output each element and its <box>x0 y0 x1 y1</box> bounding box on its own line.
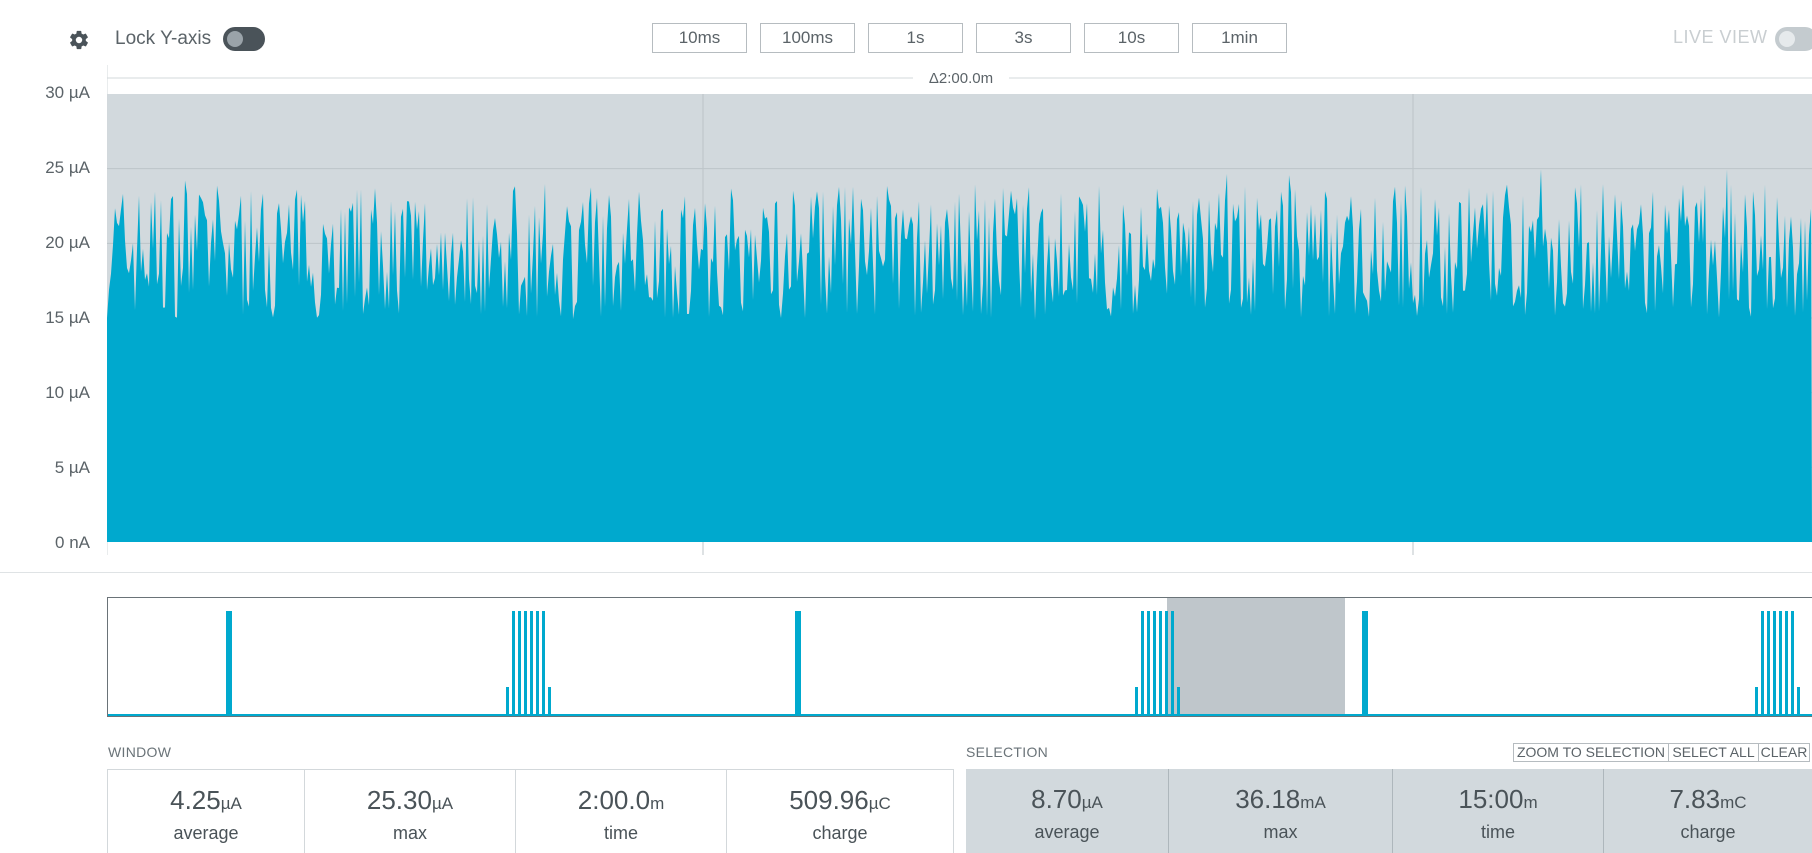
minimap-spike <box>1365 611 1368 715</box>
window-section-label: WINDOW <box>108 744 172 760</box>
zoom-button-3s[interactable]: 3s <box>976 23 1071 53</box>
stat-label: time <box>1480 822 1515 842</box>
minimap-spike <box>542 611 545 715</box>
minimap-spike <box>506 687 509 715</box>
minimap-spike <box>1779 611 1782 715</box>
minimap-spike <box>1135 687 1138 715</box>
settings-button[interactable] <box>68 29 90 51</box>
current-chart[interactable]: Δ2:00.0m <box>107 65 1812 560</box>
window-max-stat: 25.30µA max <box>305 769 516 853</box>
minimap-spike <box>1141 611 1144 715</box>
minimap-spike <box>1755 687 1758 715</box>
minimap-spike <box>1785 611 1788 715</box>
stat-unit: m <box>650 794 665 813</box>
stat-unit: µA <box>220 794 242 813</box>
minimap-spike <box>1761 611 1764 715</box>
live-view-label: LIVE VIEW <box>1673 27 1768 47</box>
minimap-spike <box>1171 611 1174 715</box>
minimap-spike <box>1767 611 1770 715</box>
y-tick-label: 10 µA <box>45 383 90 402</box>
minimap-spike <box>548 687 551 715</box>
y-tick-label: 0 nA <box>55 533 90 552</box>
stat-label: max <box>1263 822 1298 842</box>
zoom-button-10ms[interactable]: 10ms <box>652 23 747 53</box>
minimap-spike <box>536 611 539 715</box>
minimap-spike <box>1159 611 1162 715</box>
zoom-button-100ms[interactable]: 100ms <box>760 23 855 53</box>
minimap-chart[interactable] <box>108 598 1812 716</box>
selection-max-stat: 36.18mA max <box>1169 769 1393 853</box>
selection-section-label: SELECTION <box>966 744 1049 760</box>
y-tick-label: 25 µA <box>45 158 90 177</box>
minimap-spike <box>226 611 229 715</box>
minimap-spike <box>524 611 527 715</box>
gear-icon <box>70 30 88 50</box>
window-charge-stat: 509.96µC charge <box>727 769 954 853</box>
selection-charge-stat: 7.83mC charge <box>1604 769 1812 853</box>
window-delta-label: Δ2:00.0m <box>929 70 993 87</box>
clear-selection-button[interactable]: CLEAR <box>1758 743 1810 762</box>
minimap-spike <box>1791 611 1794 715</box>
minimap-spike <box>1147 611 1150 715</box>
stat-value: 509.96 <box>789 785 869 815</box>
stat-value: 7.83 <box>1669 784 1721 814</box>
toggle-knob <box>1779 31 1795 47</box>
zoom-to-selection-button[interactable]: ZOOM TO SELECTION <box>1513 743 1669 762</box>
zoom-button-1s[interactable]: 1s <box>868 23 963 53</box>
minimap[interactable] <box>107 597 1812 717</box>
stat-label: charge <box>812 823 868 843</box>
section-divider <box>0 572 1812 573</box>
minimap-spike <box>229 611 232 715</box>
window-average-stat: 4.25µA average <box>107 769 305 853</box>
stat-label: time <box>603 823 638 843</box>
y-tick-label: 5 µA <box>54 458 90 477</box>
toggle-knob <box>227 31 243 47</box>
live-view-toggle[interactable] <box>1775 27 1812 51</box>
stat-unit: µA <box>1081 793 1103 812</box>
stat-label: average <box>1034 822 1100 842</box>
minimap-spike <box>1177 687 1180 715</box>
stat-unit: m <box>1523 793 1538 812</box>
zoom-button-10s[interactable]: 10s <box>1084 23 1179 53</box>
y-tick-label: 30 µA <box>45 83 90 102</box>
minimap-spike <box>1165 611 1168 715</box>
stat-value: 36.18 <box>1235 784 1301 814</box>
minimap-spike <box>512 611 515 715</box>
lock-y-axis-label: Lock Y-axis <box>115 28 212 49</box>
stat-value: 8.70 <box>1031 784 1082 814</box>
y-tick-label: 20 µA <box>45 233 90 252</box>
stat-unit: µA <box>431 794 454 813</box>
select-all-button[interactable]: SELECT ALL <box>1668 743 1759 762</box>
lock-y-axis-toggle[interactable] <box>223 27 265 51</box>
stat-value: 15:00 <box>1458 784 1524 814</box>
zoom-button-1min[interactable]: 1min <box>1192 23 1287 53</box>
stat-label: charge <box>1680 822 1736 842</box>
stat-value: 25.30 <box>366 785 432 815</box>
minimap-spike <box>1797 687 1800 715</box>
stat-label: average <box>173 823 239 843</box>
minimap-spike <box>798 611 801 715</box>
stat-unit: mA <box>1300 793 1326 812</box>
selection-time-stat: 15:00m time <box>1393 769 1604 853</box>
stat-value: 2:00.0 <box>577 785 651 815</box>
minimap-spike <box>795 611 798 715</box>
minimap-selection[interactable] <box>1167 598 1345 716</box>
minimap-spike <box>530 611 533 715</box>
minimap-spike <box>1153 611 1156 715</box>
stat-unit: mC <box>1720 793 1747 812</box>
stat-value: 4.25 <box>170 785 221 815</box>
minimap-spike <box>518 611 521 715</box>
minimap-spike <box>1773 611 1776 715</box>
minimap-spike <box>1362 611 1365 715</box>
stat-label: max <box>392 823 427 843</box>
selection-average-stat: 8.70µA average <box>966 769 1169 853</box>
y-tick-label: 15 µA <box>45 308 90 327</box>
window-time-stat: 2:00.0m time <box>516 769 727 853</box>
stat-unit: µC <box>868 794 891 813</box>
minimap-series <box>226 611 1800 715</box>
